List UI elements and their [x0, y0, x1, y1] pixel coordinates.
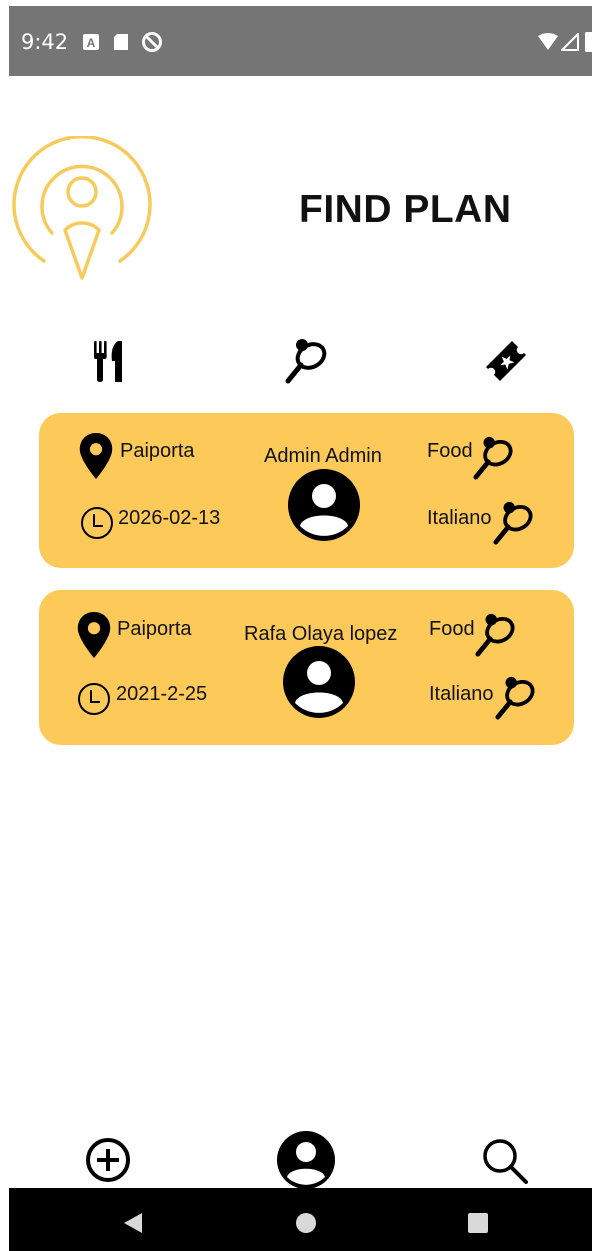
- plan-user-name: Admin Admin: [264, 445, 382, 467]
- home-circle-icon: [296, 1213, 316, 1233]
- plan-card[interactable]: Paiporta 2026-02-13 Admin Admin Food Ita…: [39, 413, 574, 568]
- bottom-nav: [0, 1128, 592, 1190]
- recents-button[interactable]: [467, 1212, 489, 1234]
- profile-button[interactable]: [276, 1130, 336, 1190]
- plan-subcategory: Italiano: [429, 683, 494, 705]
- events-category-button[interactable]: [482, 337, 530, 385]
- plus-circle-icon: [86, 1138, 130, 1182]
- sd-card-icon: [114, 34, 128, 50]
- food-category-button[interactable]: [84, 337, 132, 385]
- search-button[interactable]: [480, 1136, 530, 1186]
- status-time: 9:42: [21, 30, 69, 54]
- recents-square-icon: [468, 1213, 488, 1233]
- keyboard-badge-icon: A: [83, 34, 99, 50]
- user-avatar: [283, 646, 355, 718]
- plan-category: Food: [429, 618, 475, 640]
- app-logo: [12, 136, 152, 280]
- clock-icon: [78, 683, 110, 715]
- status-bar: 9:42 A: [9, 6, 592, 76]
- page-title: FIND PLAN: [299, 188, 512, 231]
- racket-ball-icon: [285, 339, 327, 384]
- home-button[interactable]: [295, 1212, 317, 1234]
- user-circle-icon: [277, 1131, 335, 1189]
- plan-date: 2026-02-13: [118, 507, 221, 529]
- plan-category: Food: [427, 440, 473, 462]
- racket-ball-icon: [495, 676, 535, 720]
- system-nav-bar: [9, 1188, 592, 1251]
- create-plan-button[interactable]: [84, 1136, 132, 1184]
- location-pin-icon: [79, 433, 113, 479]
- battery-icon: [585, 32, 592, 52]
- racket-ball-icon: [475, 613, 515, 657]
- racket-ball-icon: [473, 436, 513, 480]
- sports-category-button[interactable]: [284, 337, 332, 385]
- wifi-icon: [538, 33, 558, 50]
- user-avatar: [288, 469, 360, 541]
- plan-card[interactable]: Paiporta 2021-2-25 Rafa Olaya lopez Food…: [39, 590, 574, 745]
- racket-ball-icon: [493, 501, 533, 545]
- location-pin-icon: [77, 612, 111, 658]
- signal-icon: [561, 33, 579, 51]
- back-button[interactable]: [123, 1212, 143, 1234]
- data-saver-icon: [142, 32, 162, 52]
- back-triangle-icon: [124, 1213, 142, 1233]
- keyboard-badge-label: A: [87, 36, 96, 50]
- plan-date: 2021-2-25: [116, 683, 208, 705]
- clock-icon: [81, 507, 113, 539]
- ticket-icon: [486, 341, 526, 381]
- plan-location: Paiporta: [117, 618, 192, 640]
- plan-subcategory: Italiano: [427, 507, 492, 529]
- search-icon: [483, 1139, 528, 1184]
- fork-knife-icon: [94, 341, 122, 382]
- plan-user-name: Rafa Olaya lopez: [244, 623, 398, 645]
- plan-location: Paiporta: [120, 440, 195, 462]
